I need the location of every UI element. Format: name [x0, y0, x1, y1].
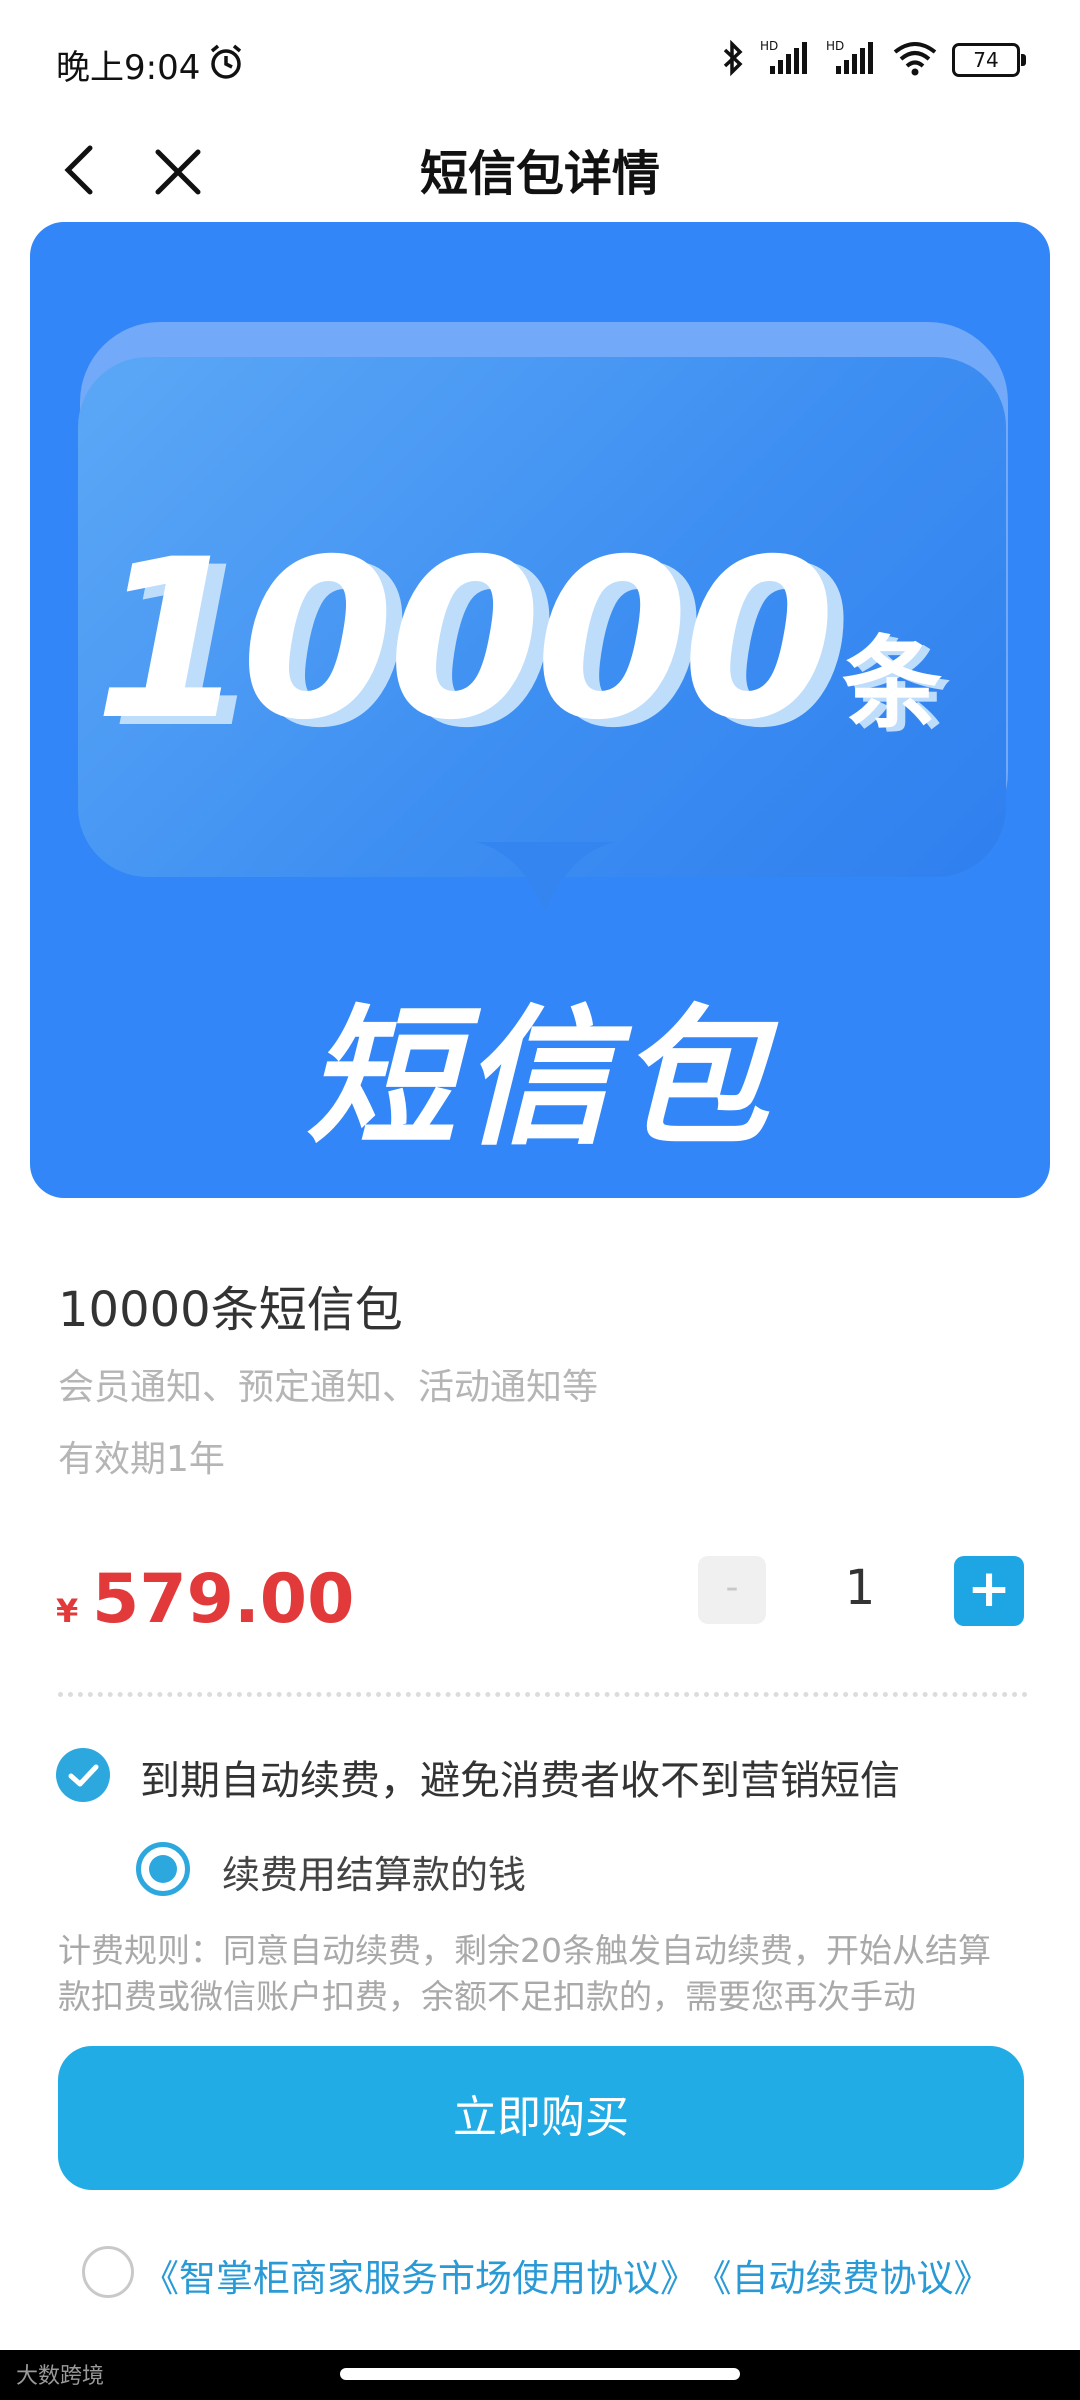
- product-validity: 有效期1年: [58, 1439, 225, 1480]
- agreement-checkbox[interactable]: [82, 2246, 134, 2298]
- status-time: 晚上9:04: [56, 48, 201, 88]
- bluetooth-icon: [720, 38, 746, 82]
- wifi-icon: [892, 38, 938, 82]
- status-icons: HD HD 74: [720, 38, 1026, 82]
- alarm-icon: [206, 42, 246, 86]
- currency-symbol: ¥: [56, 1592, 79, 1630]
- renew-option-radio[interactable]: [136, 1842, 190, 1896]
- product-banner: 10000 条 短信包: [30, 222, 1050, 1198]
- svg-text:HD: HD: [760, 39, 778, 53]
- status-bar: 晚上9:04 HD HD 74: [0, 0, 1080, 120]
- quantity-value: 1: [844, 1560, 876, 1616]
- price: 579.00: [92, 1560, 355, 1639]
- quantity-plus-button[interactable]: +: [954, 1556, 1024, 1626]
- battery-icon: 74: [952, 43, 1026, 77]
- quantity-minus-button[interactable]: -: [698, 1556, 766, 1624]
- radio-dot: [149, 1855, 177, 1883]
- nav-bar: 短信包详情: [0, 120, 1080, 220]
- banner-number: 10000: [94, 512, 835, 768]
- billing-rule-text: 计费规则：同意自动续费，剩余20条触发自动续费，开始从结算款扣费或微信账户扣费，…: [58, 1931, 991, 2016]
- service-agreement-link[interactable]: 《智掌柜商家服务市场使用协议》: [142, 2257, 697, 2300]
- check-icon: [68, 1764, 99, 1787]
- svg-text:HD: HD: [826, 39, 844, 53]
- agreement-links: 《智掌柜商家服务市场使用协议》 《自动续费协议》: [142, 2248, 1007, 2302]
- system-nav-bar: 大数跨境: [0, 2350, 1080, 2400]
- buy-now-button[interactable]: 立即购买: [58, 2046, 1024, 2190]
- renew-option-label[interactable]: 续费用结算款的钱: [222, 1844, 526, 1899]
- home-indicator[interactable]: [340, 2368, 740, 2380]
- divider: [58, 1692, 1028, 1697]
- signal-hd-icon-1: HD: [760, 38, 812, 82]
- product-title: 10000条短信包: [58, 1282, 403, 1338]
- auto-renew-agreement-link[interactable]: 《自动续费协议》: [713, 2257, 991, 2300]
- banner-unit: 条: [842, 625, 942, 742]
- watermark: 大数跨境: [16, 2364, 105, 2389]
- auto-renew-label[interactable]: 到期自动续费，避免消费者收不到营销短信: [140, 1748, 900, 1806]
- product-description: 会员通知、预定通知、活动通知等: [58, 1367, 599, 1408]
- auto-renew-checkbox[interactable]: [56, 1748, 110, 1802]
- banner-subtitle: 短信包: [305, 992, 774, 1166]
- page-title: 短信包详情: [419, 146, 660, 202]
- signal-hd-icon-2: HD: [826, 38, 878, 82]
- bubble-tail: [475, 842, 615, 912]
